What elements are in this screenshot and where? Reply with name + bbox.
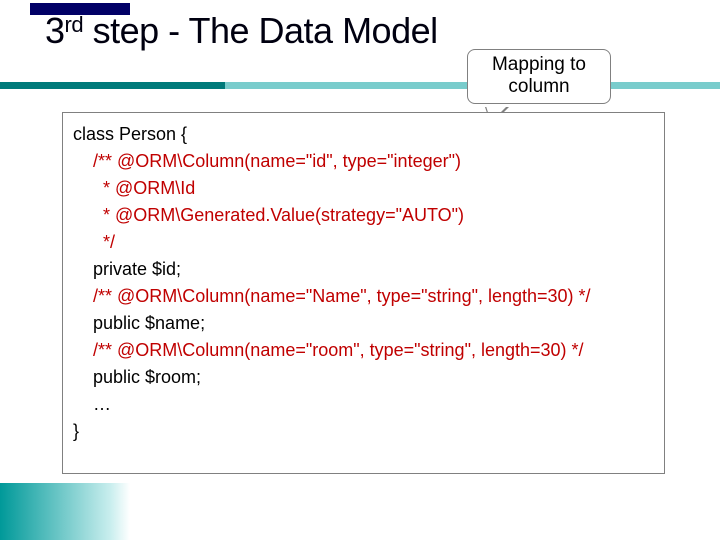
title-prefix: 3 (45, 10, 65, 51)
code-line: */ (73, 229, 654, 256)
code-line: /** @ORM\Column(name="Name", type="strin… (73, 283, 654, 310)
code-line: … (73, 391, 654, 418)
code-line: /** @ORM\Column(name="id", type="integer… (73, 148, 654, 175)
code-block: class Person { /** @ORM\Column(name="id"… (62, 112, 665, 474)
title-rest: step - The Data Model (83, 10, 438, 51)
slide-title: 3rd step - The Data Model (45, 10, 438, 52)
title-super: rd (65, 12, 84, 37)
code-line: public $room; (73, 364, 654, 391)
callout-line2: column (474, 76, 604, 98)
code-line: /** @ORM\Column(name="room", type="strin… (73, 337, 654, 364)
slide: 3rd step - The Data Model Mapping to col… (0, 0, 720, 540)
code-line: class Person { (73, 121, 654, 148)
title-underline (0, 82, 720, 89)
code-line: private $id; (73, 256, 654, 283)
callout-line1: Mapping to (474, 54, 604, 76)
code-line: * @ORM\Id (73, 175, 654, 202)
code-line: } (73, 418, 654, 445)
footer-gradient (0, 483, 130, 540)
code-line: public $name; (73, 310, 654, 337)
callout-mapping: Mapping to column (467, 49, 611, 104)
code-line: * @ORM\Generated.Value(strategy="AUTO") (73, 202, 654, 229)
